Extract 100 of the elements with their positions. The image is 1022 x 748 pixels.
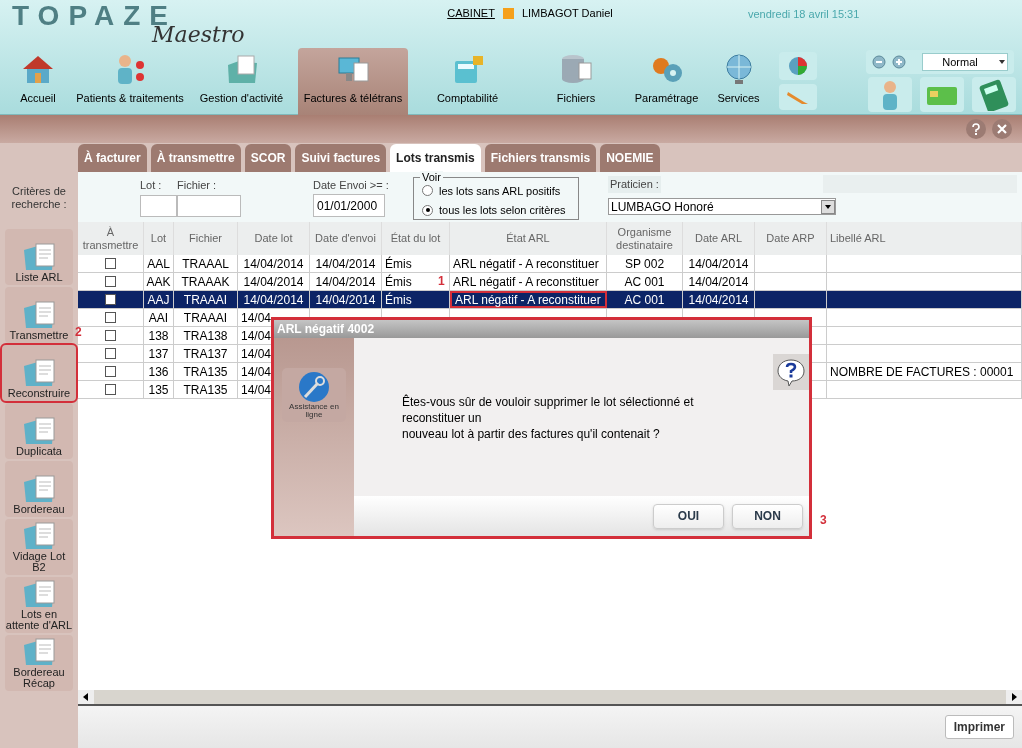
- question-mark-icon: [972, 123, 980, 135]
- sidebar-button[interactable]: Transmettre: [5, 287, 73, 343]
- online-assistance-button[interactable]: Assistance en ligne: [282, 368, 346, 422]
- sidebar-button[interactable]: Reconstruire: [2, 345, 76, 401]
- table-cell: TRAAAI: [174, 309, 238, 326]
- table-cell: NOMBRE DE FACTURES : 00001: [827, 363, 1022, 380]
- nav-tab[interactable]: Gestion d'activité: [188, 48, 295, 115]
- pie-chart-icon: [787, 55, 809, 77]
- nav-tab[interactable]: Fichiers: [530, 48, 622, 115]
- tab[interactable]: Fichiers transmis: [484, 144, 597, 172]
- sidebar-button[interactable]: Vidage Lot B2: [5, 519, 73, 575]
- table-cell: 14/04/2014: [238, 273, 310, 290]
- question-bubble-icon: [776, 357, 806, 387]
- radio-option[interactable]: tous les lots selon critères: [422, 202, 578, 219]
- radio-button[interactable]: [422, 185, 433, 197]
- lot-field[interactable]: [140, 195, 177, 217]
- praticien-select[interactable]: LUMBAGO Honoré: [608, 198, 836, 215]
- nav-tab[interactable]: Services: [707, 48, 770, 115]
- annotation-number: 2: [75, 324, 82, 341]
- table-cell: AAL: [144, 255, 174, 272]
- user-name: LIMBAGOT Daniel: [521, 5, 613, 21]
- pencil-icon: [786, 89, 810, 105]
- checkbox[interactable]: [105, 294, 116, 305]
- calculator-button[interactable]: [972, 77, 1016, 112]
- close-icon: [997, 124, 1007, 134]
- table-cell: ARL négatif - A reconstituer: [450, 291, 607, 308]
- nav-tab[interactable]: Comptabilité: [415, 48, 520, 115]
- fichier-field[interactable]: [177, 195, 241, 217]
- table-row[interactable]: AAL TRAAAL 14/04/2014 14/04/2014 Émis ARL négatif - A reconstituer SP 002 14/04/2014: [78, 255, 1022, 273]
- table-cell: TRAAAI: [174, 291, 238, 308]
- sidebar-button[interactable]: Liste ARL: [5, 229, 73, 285]
- print-button[interactable]: Imprimer: [944, 715, 1014, 739]
- table-cell: TRA135: [174, 381, 238, 398]
- table-cell: 137: [144, 345, 174, 362]
- sidebar-button[interactable]: Duplicata: [5, 403, 73, 459]
- checkbox[interactable]: [105, 384, 116, 395]
- tab[interactable]: NOEMIE: [600, 144, 660, 172]
- tab[interactable]: À facturer: [78, 144, 147, 172]
- table-cell: Émis: [382, 255, 450, 272]
- table-cell: TRAAAL: [174, 255, 238, 272]
- person-icon: [882, 78, 898, 111]
- table-cell: AC 001: [607, 273, 683, 290]
- table-cell: 14/04/2014: [310, 291, 382, 308]
- criteria-heading: Critères de recherche :: [10, 185, 68, 211]
- table-row[interactable]: AAJ TRAAAI 14/04/2014 14/04/2014 Émis ARL négatif - A reconstituer AC 001 14/04/2014: [78, 291, 1022, 309]
- caret-icon: [824, 203, 832, 210]
- zoom-in-icon: [892, 55, 906, 69]
- nav-tab[interactable]: Paramétrage: [630, 48, 703, 115]
- table-cell: AAK: [144, 273, 174, 290]
- fichier-label: Fichier :: [177, 178, 217, 193]
- table-cell: TRA135: [174, 363, 238, 380]
- checkbox[interactable]: [105, 276, 116, 287]
- table-cell: AAJ: [144, 291, 174, 308]
- radio-button[interactable]: [422, 204, 433, 216]
- annotation-number: 3: [820, 512, 827, 529]
- table-cell: 14/04/2014: [310, 273, 382, 290]
- table-cell: 14/04/2014: [683, 291, 755, 308]
- checkbox[interactable]: [105, 348, 116, 359]
- table-cell: 14/04/2014: [310, 255, 382, 272]
- date-envoi-field[interactable]: 01/01/2000: [313, 194, 385, 217]
- table-cell: AC 001: [607, 291, 683, 308]
- nav-tab[interactable]: Factures & télétrans: [298, 48, 408, 115]
- table-cell: TRAAAK: [174, 273, 238, 290]
- table-cell: TRA138: [174, 327, 238, 344]
- tab[interactable]: Lots transmis: [390, 144, 481, 172]
- table-cell: 136: [144, 363, 174, 380]
- chart-button[interactable]: [779, 52, 817, 80]
- checkbox[interactable]: [105, 312, 116, 323]
- nav-tab[interactable]: Patients & traitements: [75, 48, 185, 115]
- table-cell: 14/04/2014: [683, 255, 755, 272]
- date-envoi-label: Date Envoi >= :: [313, 178, 389, 193]
- dialog-button[interactable]: NON: [732, 503, 803, 529]
- tab[interactable]: SCOR: [244, 144, 292, 172]
- table-cell: TRA137: [174, 345, 238, 362]
- nav-tab[interactable]: Accueil: [12, 48, 64, 115]
- tab[interactable]: À transmettre: [150, 144, 241, 172]
- table-cell: AAI: [144, 309, 174, 326]
- annotation-number: 1: [438, 273, 445, 290]
- checkbox[interactable]: [105, 366, 116, 377]
- radio-option[interactable]: les lots sans ARL positifs: [422, 182, 578, 199]
- horizontal-scrollbar[interactable]: [78, 690, 1022, 706]
- zoom-select[interactable]: Normal: [922, 53, 1008, 71]
- wrench-globe-icon: [298, 371, 330, 403]
- tab[interactable]: Suivi factures: [295, 144, 387, 172]
- dialog-button[interactable]: OUI: [653, 503, 724, 529]
- sidebar-button[interactable]: Bordereau: [5, 461, 73, 517]
- table-cell: 14/04/2014: [683, 273, 755, 290]
- table-cell: 138: [144, 327, 174, 344]
- cabinet-link[interactable]: CABINET: [447, 4, 495, 22]
- database-icon: [559, 52, 593, 85]
- checkbox[interactable]: [105, 330, 116, 341]
- scroll-left-icon: [78, 690, 94, 704]
- checkbox[interactable]: [105, 258, 116, 269]
- table-cell: 14/04/2014: [238, 291, 310, 308]
- sidebar-button[interactable]: Lots en attente d'ARL: [5, 577, 73, 633]
- close-button[interactable]: [992, 119, 1012, 139]
- table-cell: 135: [144, 381, 174, 398]
- voir-legend: Voir: [420, 171, 443, 183]
- help-button[interactable]: [966, 119, 986, 139]
- sidebar-button[interactable]: Bordereau Récap: [5, 635, 73, 691]
